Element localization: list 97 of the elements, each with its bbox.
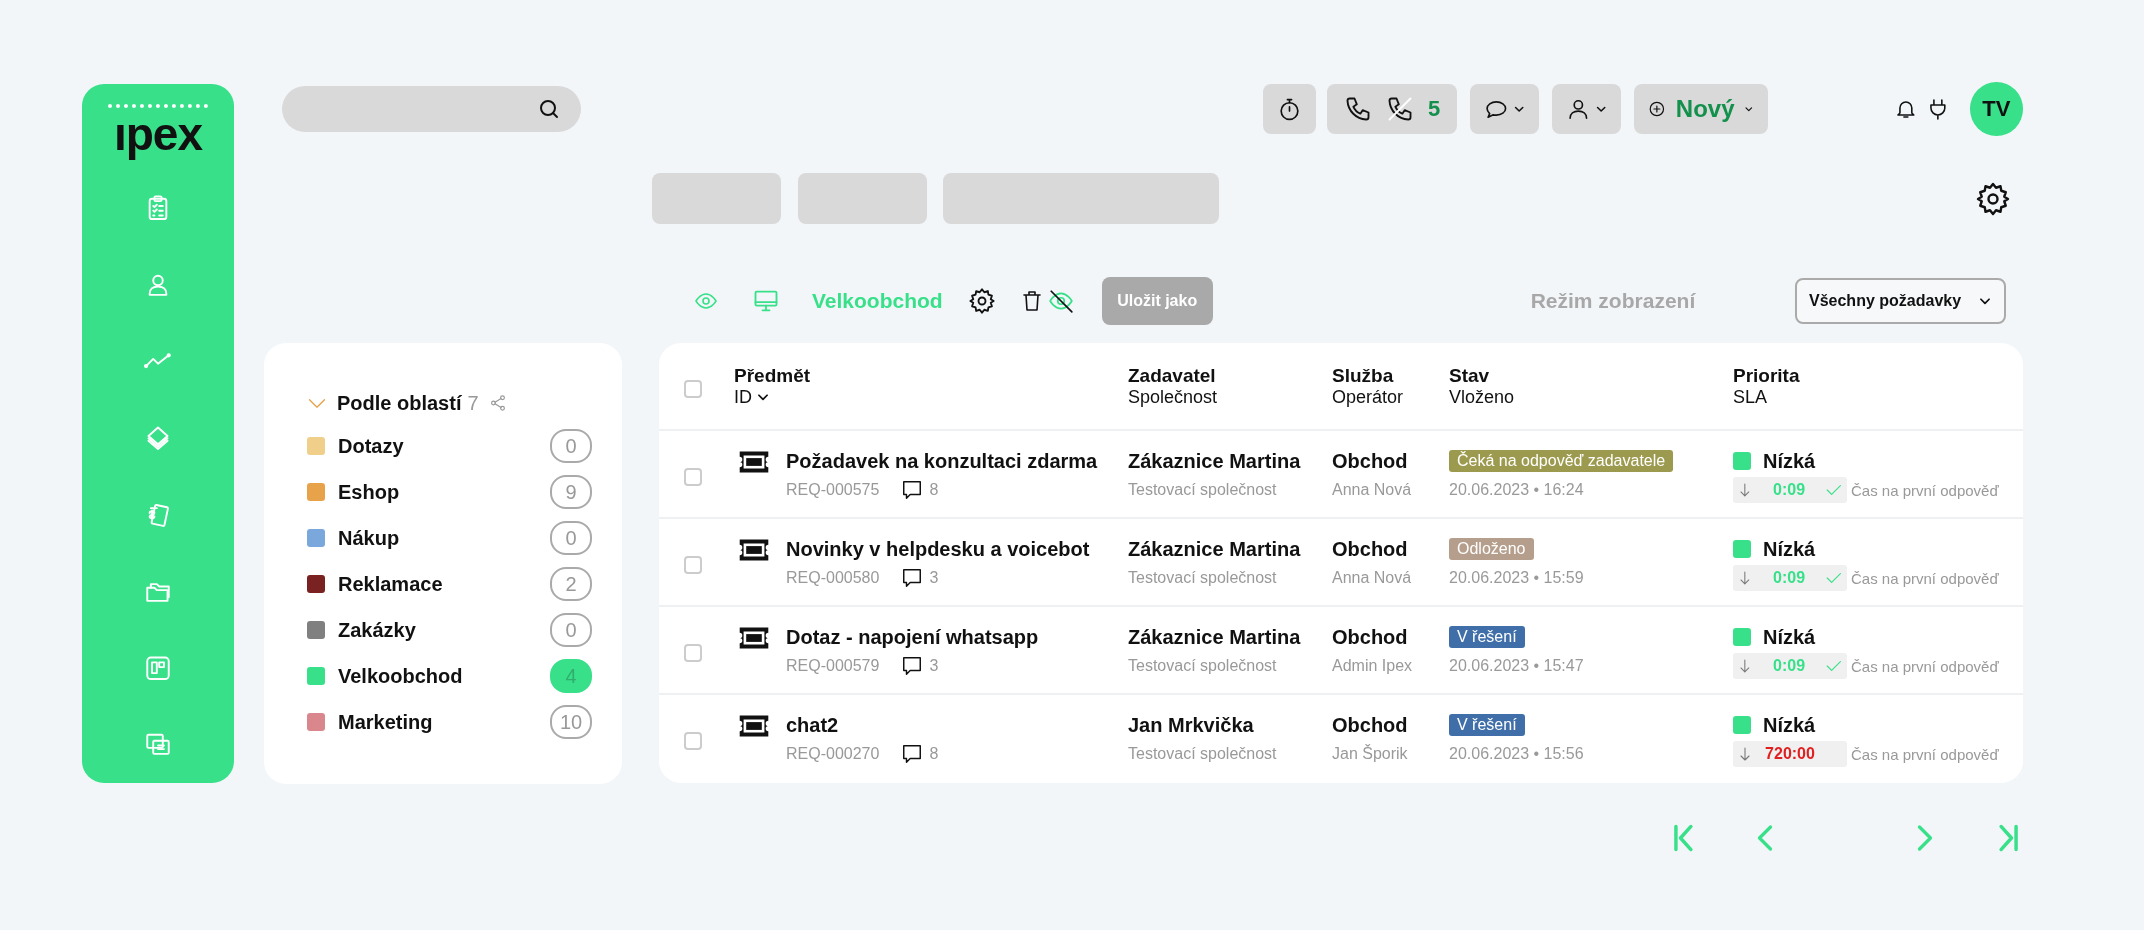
column-subheader[interactable]: SLA <box>1733 386 1768 408</box>
created-date: 20.06.2023 • 15:47 <box>1449 656 1585 676</box>
operator-name: Admin Ipex <box>1332 656 1414 676</box>
count-badge: 10 <box>550 705 592 739</box>
requester-name: Zákaznice Martina <box>1128 624 1302 650</box>
avatar[interactable]: TV <box>1969 82 2023 136</box>
count-badge: 9 <box>550 475 592 509</box>
request-id: REQ-000580 <box>786 569 880 587</box>
count-badge: 2 <box>550 567 592 601</box>
sla-label: Čas na první odpověď <box>1851 745 1999 763</box>
group-title: Podle oblastí <box>337 391 462 415</box>
company-name: Testovací společnost <box>1128 744 1278 764</box>
share-icon[interactable] <box>488 394 507 412</box>
priority-label: Nízká <box>1763 625 1816 649</box>
comment-count: 8 <box>929 481 939 499</box>
sla-timer: 720:00 <box>1733 741 1847 767</box>
request-subject[interactable]: Požadavek na konzultaci zdarma <box>786 445 1098 477</box>
service-name: Obchod <box>1332 624 1409 650</box>
column-header[interactable]: Stav <box>1449 364 1733 387</box>
sla-label: Čas na první odpověď <box>1851 657 1999 675</box>
sla-label: Čas na první odpověď <box>1851 481 1999 499</box>
first-page-icon[interactable] <box>1672 823 1696 853</box>
chat-menu-button[interactable] <box>1470 84 1540 134</box>
request-id: REQ-000579 <box>786 657 880 675</box>
created-date: 20.06.2023 • 15:56 <box>1449 744 1585 764</box>
search-field[interactable] <box>282 86 582 132</box>
status-tag: V řešení <box>1449 626 1525 648</box>
requester-name: Jan Mrkvička <box>1128 712 1255 738</box>
status-tag: V řešení <box>1449 714 1525 736</box>
column-header[interactable]: Předmět <box>734 364 1128 387</box>
count-badge: 0 <box>550 613 592 647</box>
checkbox[interactable] <box>684 556 702 574</box>
column-subheader[interactable]: ID <box>734 386 752 408</box>
settings-icon[interactable] <box>1975 180 2011 217</box>
comment-icon <box>901 567 924 589</box>
operator-name: Anna Nová <box>1332 568 1413 588</box>
area-item[interactable]: Eshop <box>338 480 550 504</box>
checkbox[interactable] <box>684 732 702 750</box>
priority-label: Nízká <box>1763 449 1816 473</box>
service-name: Obchod <box>1332 712 1409 738</box>
sla-timer: 0:09 <box>1733 477 1847 503</box>
checkbox[interactable] <box>684 644 702 662</box>
requester-name: Zákaznice Martina <box>1128 448 1302 474</box>
column-subheader[interactable]: Vloženo <box>1449 386 1515 408</box>
comment-icon <box>901 655 924 677</box>
eye-crossed-icon[interactable] <box>1047 288 1074 314</box>
group-count: 7 <box>467 391 479 415</box>
comment-icon <box>901 479 924 501</box>
request-id: REQ-000575 <box>786 481 880 499</box>
company-name: Testovací společnost <box>1128 480 1278 500</box>
sla-timer: 0:09 <box>1733 565 1847 591</box>
area-item[interactable]: Marketing <box>338 710 550 734</box>
area-item[interactable]: Velkoobchod <box>338 664 550 688</box>
sla-label: Čas na první odpověď <box>1851 569 1999 587</box>
view-mode-label: Režim zobrazení <box>1530 289 1696 313</box>
sla-timer: 0:09 <box>1733 653 1847 679</box>
created-date: 20.06.2023 • 15:59 <box>1449 568 1585 588</box>
column-subheader[interactable]: Operátor <box>1332 386 1404 408</box>
operator-name: Anna Nová <box>1332 480 1413 500</box>
column-header[interactable]: Priorita <box>1733 364 2023 387</box>
created-date: 20.06.2023 • 16:24 <box>1449 480 1585 500</box>
operator-name: Jan Šporik <box>1332 743 1409 764</box>
request-subject[interactable]: Novinky v helpdesku a voicebot <box>786 533 1090 565</box>
status-tag: Čeká na odpověď zadavatele <box>1449 450 1674 472</box>
column-header[interactable]: Zadavatel <box>1128 364 1332 387</box>
priority-label: Nízká <box>1763 537 1816 561</box>
requester-name: Zákaznice Martina <box>1128 536 1302 562</box>
view-mode-select[interactable]: Všechny požadavky <box>1795 278 2006 324</box>
area-item[interactable]: Zakázky <box>338 618 550 642</box>
status-tag: Odloženo <box>1449 538 1534 560</box>
user-menu-button[interactable] <box>1552 84 1622 134</box>
column-header[interactable]: Služba <box>1332 364 1449 387</box>
company-name: Testovací společnost <box>1128 656 1278 676</box>
service-name: Obchod <box>1332 448 1409 474</box>
request-subject[interactable]: Dotaz - napojení whatsapp <box>786 621 1039 653</box>
last-page-icon[interactable] <box>1996 823 2020 853</box>
checkbox[interactable] <box>684 380 702 398</box>
company-name: Testovací společnost <box>1128 568 1278 588</box>
column-subheader[interactable]: Společnost <box>1128 386 1218 408</box>
service-name: Obchod <box>1332 536 1409 562</box>
logo[interactable]: ıpex <box>107 104 208 160</box>
area-item[interactable]: Dotazy <box>338 434 550 458</box>
comment-count: 8 <box>929 745 939 763</box>
checkbox[interactable] <box>684 468 702 486</box>
comment-count: 3 <box>929 657 939 675</box>
request-id: REQ-000270 <box>786 745 880 763</box>
count-badge: 0 <box>550 429 592 463</box>
stopwatch-button[interactable] <box>1263 84 1317 134</box>
comment-count: 3 <box>929 569 939 587</box>
filter-name: Velkoobchod <box>812 289 943 313</box>
comment-icon <box>901 743 924 765</box>
area-item[interactable]: Reklamace <box>338 572 550 596</box>
priority-label: Nízká <box>1763 713 1816 737</box>
count-badge: 0 <box>550 521 592 555</box>
area-item[interactable]: Nákup <box>338 526 550 550</box>
request-subject[interactable]: chat2 <box>786 709 939 741</box>
settings-icon[interactable] <box>967 287 996 315</box>
